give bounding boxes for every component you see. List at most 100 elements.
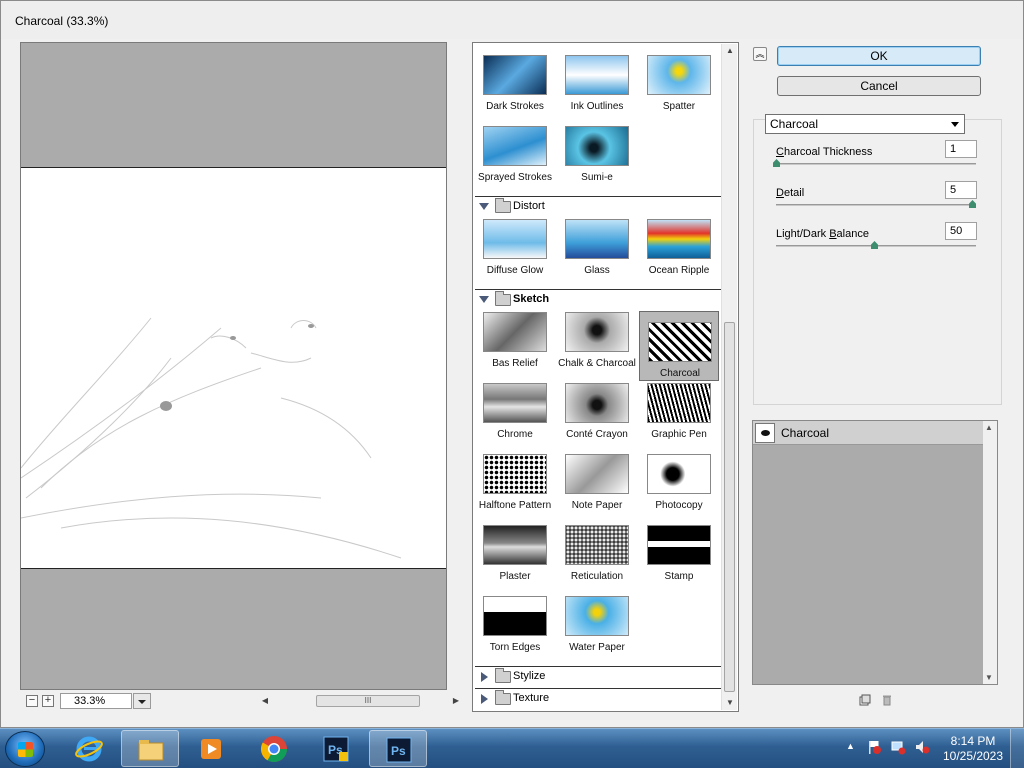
scroll-down-arrow[interactable]: ▼ [722,696,738,710]
filter-thumb[interactable]: Bas Relief [475,302,555,372]
filter-thumbnail [483,55,547,95]
filter-thumb[interactable]: Graphic Pen [639,373,719,443]
filter-thumb[interactable]: Ocean Ripple [639,209,719,279]
clock-time: 8:14 PM [950,734,996,748]
vertical-scroll-thumb[interactable] [724,322,735,692]
filter-thumb[interactable]: Dark Strokes [475,45,555,115]
filter-thumb[interactable]: Spatter [639,45,719,115]
taskbar-photoshop-installer[interactable]: Ps [307,730,365,767]
new-effect-layer-icon[interactable] [859,694,871,706]
filter-thumb[interactable]: Halftone Pattern [475,444,555,514]
filter-thumb[interactable]: Ink Outlines [557,45,637,115]
filter-thumbnail [565,383,629,423]
preview-canvas[interactable] [21,167,446,569]
ok-button[interactable]: OK [777,46,981,66]
folder-icon [138,740,164,761]
system-clock[interactable]: 8:14 PM 10/25/2023 [940,734,1006,764]
taskbar-internet-explorer[interactable] [60,730,118,767]
folder-icon [495,668,511,683]
filter-thumb[interactable]: Sprayed Strokes [475,116,555,186]
trash-icon[interactable] [881,694,893,706]
horizontal-scroll-thumb[interactable]: III [316,695,420,707]
gallery-vertical-scrollbar[interactable]: ▲ ▼ [721,44,737,710]
light-dark-balance-input[interactable]: 50 [945,222,977,240]
show-desktop-button[interactable] [1010,729,1024,768]
filter-label: Sprayed Strokes [478,172,552,183]
filter-thumb[interactable]: Diffuse Glow [475,209,555,279]
filter-label: Spatter [662,101,696,112]
volume-muted-icon[interactable] [914,739,930,755]
filter-thumbnail [647,525,711,565]
preview-area[interactable] [20,42,447,690]
category-stylize[interactable]: Stylize [475,666,721,686]
filter-thumbnail [483,596,547,636]
filter-label: Halftone Pattern [478,500,552,511]
filter-thumb[interactable]: Torn Edges [475,586,555,656]
show-hidden-icons-arrow[interactable]: ▲ [846,741,855,751]
filter-thumb[interactable]: Chalk & Charcoal [557,302,637,372]
folder-icon [495,690,511,705]
filter-label: Note Paper [571,500,623,511]
filter-thumb[interactable]: Sumi-e [557,116,637,186]
taskbar-file-explorer[interactable] [121,730,179,767]
start-button[interactable] [5,731,45,767]
filter-thumbnail [648,322,712,362]
taskbar-media-player[interactable] [182,730,240,767]
scroll-down-arrow[interactable]: ▼ [985,673,993,682]
taskbar-chrome[interactable] [245,730,303,767]
photoshop-icon: Ps [386,737,412,763]
filter-gallery-list: Dark Strokes Ink Outlines Spatter Spraye… [472,42,739,712]
filter-label: Ink Outlines [570,101,624,112]
filter-label: Plaster [499,571,531,582]
detail-input[interactable]: 5 [945,181,977,199]
filter-label: Bas Relief [492,358,538,369]
detail-slider[interactable] [776,204,976,206]
zoom-out-button[interactable]: − [26,695,38,707]
filter-thumb[interactable]: Photocopy [639,444,719,514]
charcoal-thickness-input[interactable]: 1 [945,140,977,158]
category-texture[interactable]: Texture [475,688,721,708]
filter-thumb[interactable]: Chrome [475,373,555,443]
filter-thumb[interactable]: Plaster [475,515,555,585]
filter-thumb[interactable]: Water Paper [557,586,637,656]
scroll-right-arrow[interactable]: ▶ [449,694,463,708]
chrome-icon [260,736,288,763]
zoom-dropdown-button[interactable] [133,693,151,709]
filter-label: Stamp [664,571,694,582]
zoom-level-field[interactable]: 33.3% [60,693,132,709]
title-bar[interactable]: Charcoal (33.3%) [1,1,1023,39]
filter-thumbnail [647,454,711,494]
filter-thumbnail [647,219,711,259]
zoom-in-button[interactable]: + [42,695,54,707]
effect-layer-row[interactable]: Charcoal [753,421,985,445]
eye-icon[interactable] [755,423,775,443]
collapse-gallery-button[interactable]: ︽ [753,47,767,61]
filter-label: Graphic Pen [651,429,707,440]
filter-label: Ocean Ripple [648,265,710,276]
effect-layers-panel: Charcoal ▲ ▼ [752,420,998,685]
layers-vertical-scrollbar[interactable]: ▲ ▼ [983,421,997,684]
scroll-left-arrow[interactable]: ◀ [258,694,272,708]
filter-select-dropdown[interactable]: Charcoal [765,114,965,134]
filter-label: Chrome [497,429,533,440]
network-icon[interactable] [890,739,906,755]
filter-thumbnail [483,126,547,166]
scroll-up-arrow[interactable]: ▲ [985,423,993,432]
filter-thumbnail [483,219,547,259]
taskbar-photoshop[interactable]: Ps [369,730,427,767]
filter-thumbnail [565,596,629,636]
preview-horizontal-scrollbar[interactable]: ◀ III ▶ [258,694,463,708]
filter-thumb[interactable]: Glass [557,209,637,279]
filter-thumb[interactable]: Conté Crayon [557,373,637,443]
filter-thumb[interactable]: Reticulation [557,515,637,585]
cancel-button[interactable]: Cancel [777,76,981,96]
filter-thumb[interactable]: Stamp [639,515,719,585]
charcoal-thickness-slider[interactable] [776,163,976,165]
filter-gallery-window: Charcoal (33.3%) − + 33.3% ◀ III ▶ Dark … [0,0,1024,728]
scroll-up-arrow[interactable]: ▲ [722,44,738,58]
filter-thumbnail [565,454,629,494]
filter-thumb[interactable]: Note Paper [557,444,637,514]
clock-date: 10/25/2023 [942,749,1004,763]
filter-thumb-selected[interactable]: Charcoal [639,311,719,381]
action-center-flag-icon[interactable] [866,739,882,755]
